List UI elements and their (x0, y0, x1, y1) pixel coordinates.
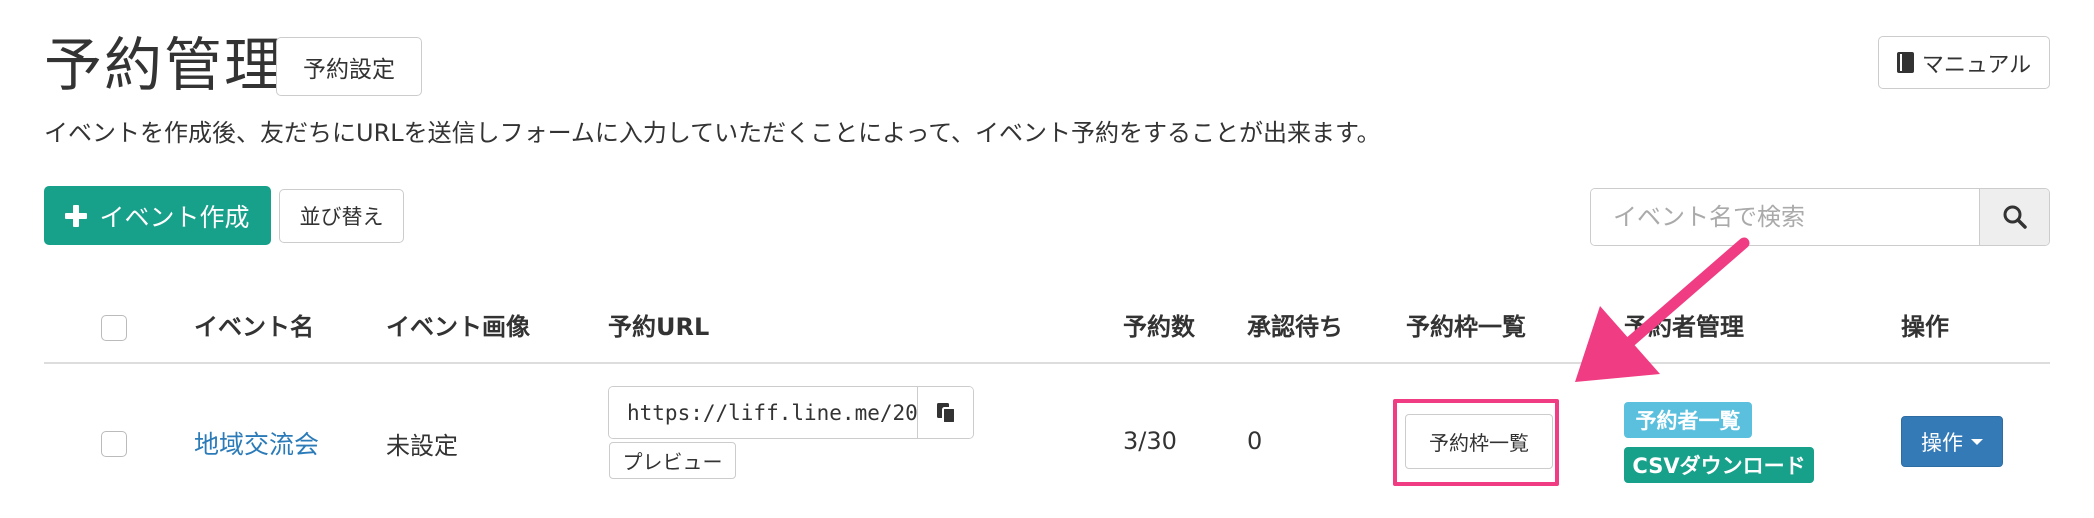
column-header-operations: 操作 (1901, 313, 1949, 341)
reservation-settings-button[interactable]: 予約設定 (276, 37, 422, 96)
reservation-count-value: 3/30 (1123, 427, 1177, 455)
column-header-slot-list: 予約枠一覧 (1406, 313, 1526, 341)
reservation-url-group (608, 386, 974, 439)
column-header-reservation-management: 予約者管理 (1624, 313, 1744, 341)
search-input[interactable] (1591, 189, 1979, 245)
slot-list-button[interactable]: 予約枠一覧 (1405, 414, 1553, 469)
operations-dropdown-button[interactable]: 操作 (1901, 416, 2003, 467)
copy-url-button[interactable] (917, 387, 973, 438)
pending-count-value: 0 (1247, 427, 1263, 455)
book-icon (1896, 52, 1914, 73)
search-box (1590, 188, 2050, 246)
manual-button-label: マニュアル (1921, 52, 2032, 78)
reservation-url-field[interactable] (609, 387, 917, 438)
create-event-button[interactable]: イベント作成 (44, 186, 271, 245)
column-header-reservation-url: 予約URL (608, 313, 710, 341)
copy-icon (936, 402, 956, 424)
page-description: イベントを作成後、友だちにURLを送信しフォームに入力していただくことによって、… (44, 119, 1381, 147)
event-name-link[interactable]: 地域交流会 (194, 425, 319, 461)
table-header-divider (44, 362, 2050, 364)
column-header-event-name: イベント名 (194, 313, 314, 341)
reservation-list-badge[interactable]: 予約者一覧 (1624, 402, 1752, 438)
column-header-event-image: イベント画像 (386, 313, 530, 341)
row-checkbox[interactable] (101, 431, 127, 457)
event-image-value: 未設定 (386, 432, 458, 460)
sort-button[interactable]: 並び替え (279, 189, 404, 243)
caret-down-icon (1971, 438, 1983, 445)
search-button[interactable] (1979, 189, 2049, 245)
preview-button[interactable]: プレビュー (609, 442, 736, 479)
column-header-reservation-count: 予約数 (1123, 313, 1195, 341)
search-icon (2003, 205, 2027, 229)
manual-button[interactable]: マニュアル (1878, 36, 2050, 89)
operations-label: 操作 (1921, 430, 1963, 455)
plus-icon (65, 204, 88, 227)
column-header-pending: 承認待ち (1247, 313, 1343, 341)
create-event-label: イベント作成 (99, 202, 250, 232)
page-title: 予約管理 (44, 31, 285, 99)
csv-download-badge[interactable]: CSVダウンロード (1624, 447, 1814, 483)
select-all-checkbox[interactable] (101, 315, 127, 341)
